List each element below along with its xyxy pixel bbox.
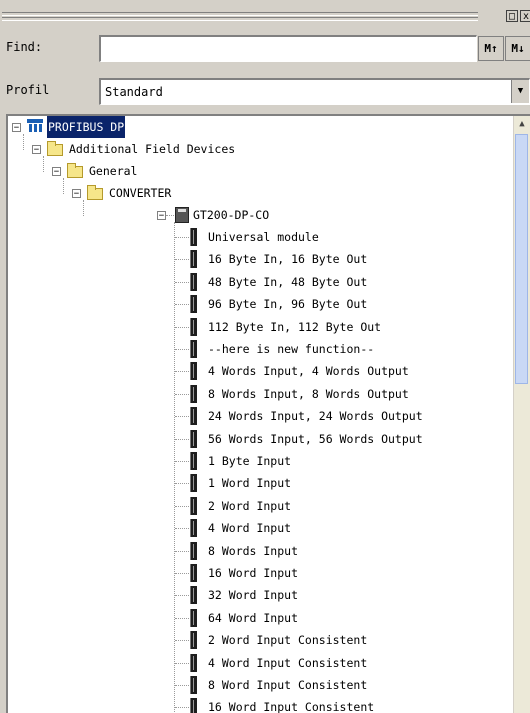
- module-icon: [190, 452, 197, 470]
- module-icon: [190, 384, 197, 403]
- profil-select[interactable]: Standard ▼: [99, 78, 530, 105]
- module-icon: [190, 295, 197, 314]
- module-label: 48 Byte In, 48 Byte Out: [208, 274, 368, 289]
- find-input[interactable]: [99, 35, 477, 62]
- module-icon: [190, 676, 197, 694]
- module-icon: [190, 340, 197, 358]
- collapse-icon[interactable]: −: [32, 145, 41, 155]
- collapse-icon[interactable]: −: [52, 167, 61, 177]
- module-icon: [190, 474, 197, 493]
- module-label: 112 Byte In, 112 Byte Out: [208, 319, 382, 334]
- module-label: Universal module: [208, 230, 319, 244]
- module-label: 56 Words Input, 56 Words Output: [208, 431, 423, 446]
- find-label: Find:: [6, 40, 43, 54]
- module-icon: [190, 541, 197, 560]
- module-label: 8 Words Input: [208, 543, 299, 558]
- module-label: 16 Byte In, 16 Byte Out: [208, 252, 368, 267]
- module-label: 1 Word Input: [208, 476, 292, 491]
- module-label: 24 Words Input, 24 Words Output: [208, 409, 423, 424]
- module-label: 1 Byte Input: [208, 454, 292, 468]
- module-label: 2 Word Input Consistent: [208, 633, 368, 648]
- title-bar: □ x: [0, 0, 530, 30]
- module-label: 4 Word Input: [208, 521, 292, 536]
- module-label: --here is new function--: [208, 342, 375, 356]
- close-button[interactable]: x: [520, 10, 530, 22]
- module-icon: [190, 272, 197, 291]
- folder-icon: [67, 163, 83, 178]
- dropdown-arrow-icon[interactable]: ▼: [511, 80, 529, 103]
- folder-icon: [87, 185, 103, 200]
- module-icon: [190, 362, 197, 381]
- module-label: 16 Word Input: [208, 566, 299, 580]
- scroll-thumb[interactable]: [515, 134, 528, 384]
- tree-label-converter: CONVERTER: [109, 186, 172, 200]
- module-icon: [190, 496, 197, 515]
- device-icon: [175, 207, 189, 223]
- module-label: 64 Word Input: [208, 610, 299, 625]
- module-label: 4 Words Input, 4 Words Output: [208, 364, 409, 379]
- module-icon: [190, 564, 197, 582]
- catalog-tree[interactable]: − PROFIBUS DP − Additional Field Devices…: [6, 114, 530, 713]
- module-icon: [190, 631, 197, 650]
- find-down-icon[interactable]: M↓: [505, 36, 530, 61]
- profil-label: Profil: [6, 83, 50, 97]
- module-label: 2 Word Input: [208, 498, 292, 513]
- collapse-icon[interactable]: −: [72, 189, 81, 199]
- module-icon: [190, 653, 197, 672]
- module-icon: [190, 698, 197, 713]
- module-label: 16 Word Input Consistent: [208, 700, 375, 713]
- collapse-icon[interactable]: −: [12, 123, 21, 133]
- profil-value: Standard: [105, 85, 163, 99]
- module-label: 8 Word Input Consistent: [208, 678, 368, 692]
- title-grip: [2, 17, 478, 21]
- module-label: 32 Word Input: [208, 588, 299, 603]
- module-label: 8 Words Input, 8 Words Output: [208, 386, 409, 401]
- vertical-scrollbar[interactable]: ▲: [513, 116, 530, 713]
- module-icon: [190, 250, 197, 269]
- maximize-button[interactable]: □: [506, 10, 518, 22]
- tree-label-general: General: [89, 164, 138, 178]
- folder-icon: [47, 141, 63, 156]
- module-icon: [190, 317, 197, 336]
- module-label: 96 Byte In, 96 Byte Out: [208, 297, 368, 312]
- tree-label-device: GT200-DP-CO: [193, 208, 270, 222]
- module-icon: [190, 519, 197, 538]
- module-icon: [190, 586, 197, 605]
- profibus-network-icon: [27, 119, 43, 133]
- tree-label-root: PROFIBUS DP: [47, 116, 126, 138]
- module-icon: [190, 228, 197, 246]
- module-icon: [190, 429, 197, 448]
- module-icon: [190, 407, 197, 426]
- module-icon: [190, 608, 197, 627]
- scroll-up-icon[interactable]: ▲: [514, 116, 530, 132]
- module-label: 4 Word Input Consistent: [208, 655, 368, 670]
- collapse-icon[interactable]: −: [157, 211, 166, 221]
- title-grip: [2, 12, 478, 16]
- find-up-icon[interactable]: M↑: [478, 36, 504, 61]
- tree-label-additional: Additional Field Devices: [69, 142, 236, 156]
